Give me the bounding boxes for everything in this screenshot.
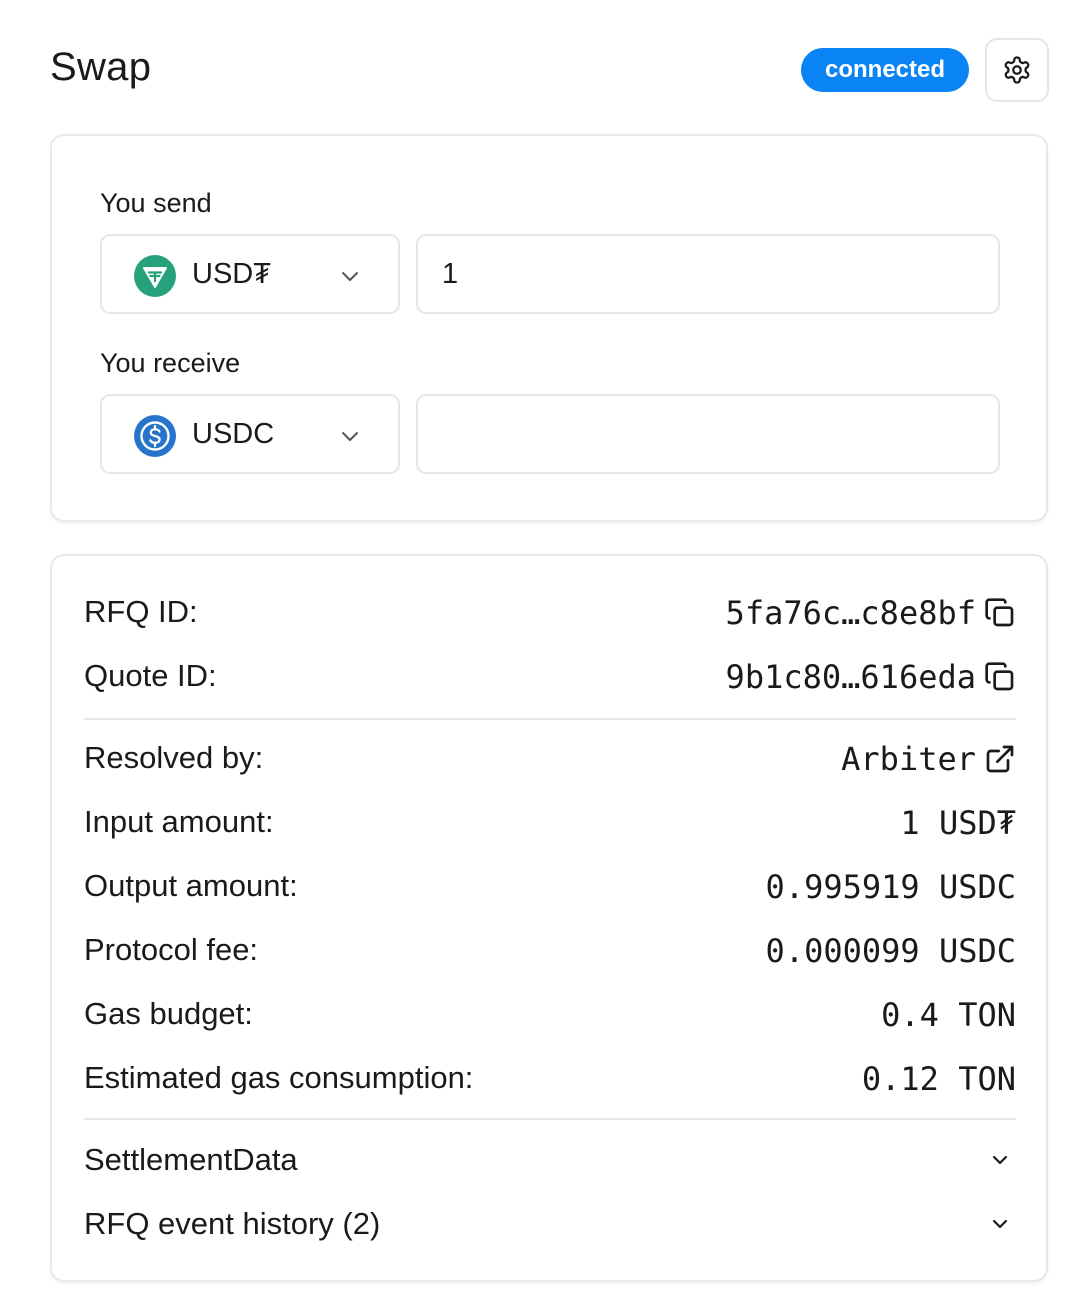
- rfq-id-label: RFQ ID:: [84, 594, 198, 629]
- copy-icon[interactable]: [984, 661, 1016, 693]
- gear-icon: [1004, 56, 1030, 84]
- page-title: Swap: [50, 45, 152, 89]
- usdc-icon: [134, 415, 176, 457]
- send-amount-input[interactable]: [416, 234, 1000, 314]
- rfq-event-history-toggle[interactable]: RFQ event history (2): [84, 1202, 1016, 1246]
- resolved-by-link[interactable]: Arbiter: [841, 740, 976, 778]
- input-amount-value: 1 USD₮: [900, 804, 1016, 842]
- receive-amount-input[interactable]: [416, 394, 1000, 474]
- send-token-select[interactable]: USD₮: [100, 234, 400, 314]
- copy-icon[interactable]: [984, 597, 1016, 629]
- input-amount-label: Input amount:: [84, 804, 274, 839]
- divider: [84, 1118, 1016, 1120]
- estimated-gas-row: Estimated gas consumption: 0.12 TON: [84, 1058, 1016, 1098]
- gas-budget-row: Gas budget: 0.4 TON: [84, 994, 1016, 1034]
- receive-token-select[interactable]: USDC: [100, 394, 400, 474]
- swap-form-card: You send USD₮ You receive USDC: [50, 134, 1048, 522]
- input-amount-row: Input amount: 1 USD₮: [84, 802, 1016, 842]
- output-amount-value: 0.995919 USDC: [765, 868, 1016, 906]
- quote-id-value: 9b1c80…616eda: [725, 658, 976, 696]
- chevron-down-icon: [342, 432, 358, 441]
- output-amount-label: Output amount:: [84, 868, 298, 903]
- chevron-down-icon: [992, 1219, 1008, 1229]
- quote-id-label: Quote ID:: [84, 658, 217, 693]
- chevron-down-icon: [342, 272, 358, 281]
- external-link-icon[interactable]: [984, 743, 1016, 775]
- settings-button[interactable]: [985, 38, 1049, 102]
- settlement-data-toggle[interactable]: SettlementData: [84, 1138, 1016, 1182]
- divider: [84, 718, 1016, 720]
- output-amount-row: Output amount: 0.995919 USDC: [84, 866, 1016, 906]
- chevron-down-icon: [992, 1155, 1008, 1165]
- protocol-fee-label: Protocol fee:: [84, 932, 259, 967]
- rfq-id-value: 5fa76c…c8e8bf: [725, 594, 976, 632]
- header: Swap connected: [50, 38, 1049, 102]
- receive-token-name: USDC: [192, 418, 275, 450]
- rfq-id-row: RFQ ID: 5fa76c…c8e8bf: [84, 592, 1016, 632]
- estimated-gas-value: 0.12 TON: [861, 1060, 1016, 1098]
- quote-details-card: RFQ ID: 5fa76c…c8e8bf Quote ID: 9b1c80…6…: [50, 554, 1048, 1282]
- resolved-by-label: Resolved by:: [84, 740, 264, 775]
- status-badge: connected: [801, 48, 969, 92]
- send-token-name: USD₮: [192, 258, 271, 290]
- gas-budget-value: 0.4 TON: [881, 996, 1016, 1034]
- gas-budget-label: Gas budget:: [84, 996, 253, 1031]
- quote-id-row: Quote ID: 9b1c80…616eda: [84, 656, 1016, 696]
- rfq-event-history-label: RFQ event history (2): [84, 1206, 381, 1241]
- tether-icon: [134, 255, 176, 297]
- swap-page: Swap connected You send USD₮ You receive: [0, 0, 1074, 1306]
- protocol-fee-value: 0.000099 USDC: [765, 932, 1016, 970]
- protocol-fee-row: Protocol fee: 0.000099 USDC: [84, 930, 1016, 970]
- estimated-gas-label: Estimated gas consumption:: [84, 1060, 474, 1095]
- send-label: You send: [100, 188, 212, 218]
- resolved-by-row: Resolved by: Arbiter: [84, 738, 1016, 778]
- receive-label: You receive: [100, 348, 241, 378]
- settlement-data-label: SettlementData: [84, 1142, 298, 1177]
